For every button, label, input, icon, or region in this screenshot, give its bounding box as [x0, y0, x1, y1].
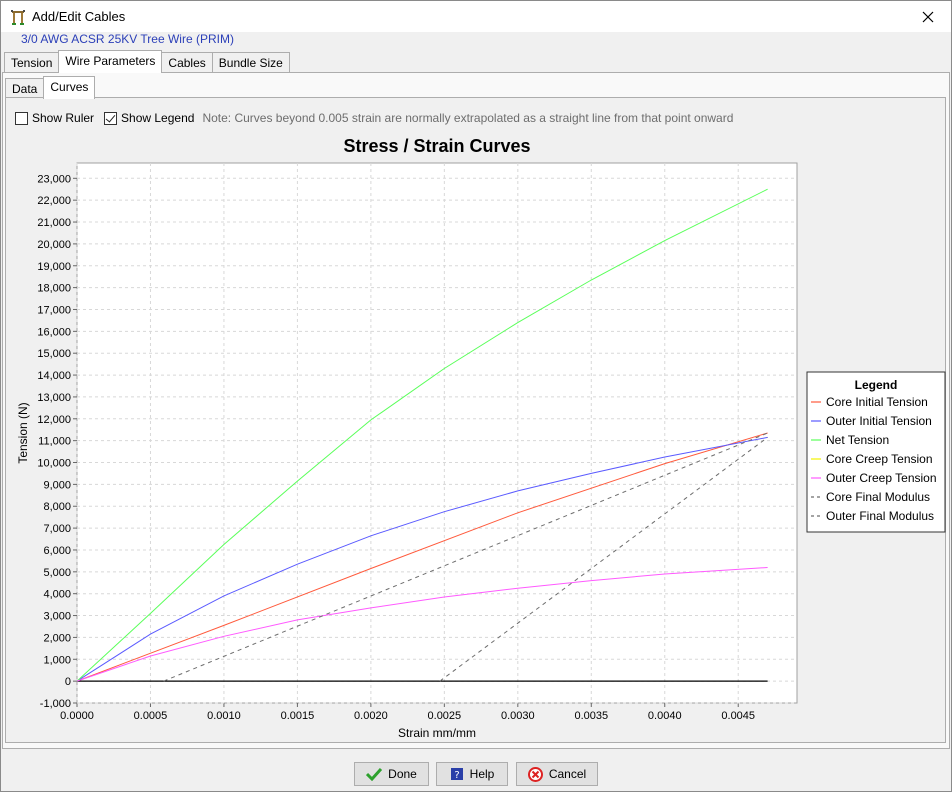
- y-tick-label: 17,000: [37, 304, 71, 316]
- y-tick-label: 9,000: [43, 479, 71, 491]
- x-tick-label: 0.0000: [60, 710, 94, 722]
- legend-label: Outer Initial Tension: [826, 414, 932, 428]
- y-tick-label: 23,000: [37, 173, 71, 185]
- dialog-window: Add/Edit Cables 3/0 AWG ACSR 25KV Tree W…: [0, 0, 952, 792]
- chart-title: Stress / Strain Curves: [343, 136, 530, 156]
- y-tick-label: 14,000: [37, 370, 71, 382]
- legend-label: Outer Creep Tension: [826, 471, 937, 485]
- y-tick-label: 2,000: [43, 632, 71, 644]
- svg-text:?: ?: [454, 770, 459, 781]
- help-button[interactable]: ? Help: [436, 762, 508, 786]
- title-bar: Add/Edit Cables: [1, 1, 951, 32]
- y-tick-label: 16,000: [37, 326, 71, 338]
- legend-label: Core Creep Tension: [826, 452, 933, 466]
- close-icon: [922, 11, 934, 22]
- show-ruler-label[interactable]: Show Ruler: [32, 111, 94, 125]
- y-tick-label: 11,000: [38, 436, 71, 448]
- close-button[interactable]: [905, 1, 951, 32]
- y-tick-label: 0: [65, 676, 71, 688]
- y-tick-label: 7,000: [43, 523, 71, 535]
- checkmark-icon: [366, 767, 383, 781]
- cancel-icon: [527, 766, 543, 782]
- sub-tabs: Data Curves: [5, 76, 96, 99]
- subtab-data[interactable]: Data: [5, 78, 45, 99]
- y-tick-label: 22,000: [37, 195, 71, 207]
- y-tick-label: 13,000: [37, 392, 71, 404]
- y-tick-label: 20,000: [37, 239, 71, 251]
- y-tick-label: 12,000: [37, 414, 71, 426]
- y-tick-label: 18,000: [37, 283, 71, 295]
- subtab-curves[interactable]: Curves: [43, 76, 96, 99]
- done-label: Done: [388, 767, 417, 781]
- x-tick-label: 0.0005: [134, 710, 168, 722]
- show-legend-checkbox[interactable]: [104, 111, 118, 125]
- chart-options: Show Ruler Show Legend Note: Curves beyo…: [15, 110, 733, 126]
- tab-tension[interactable]: Tension: [4, 52, 60, 73]
- y-tick-label: 10,000: [37, 458, 71, 470]
- y-tick-label: 4,000: [43, 589, 71, 601]
- cancel-button[interactable]: Cancel: [516, 762, 598, 786]
- x-axis-label: Strain mm/mm: [398, 726, 476, 740]
- legend-title: Legend: [855, 378, 898, 392]
- y-tick-label: 19,000: [37, 261, 71, 273]
- tab-cables[interactable]: Cables: [161, 52, 213, 73]
- window-title: Add/Edit Cables: [32, 9, 126, 24]
- x-tick-label: 0.0045: [721, 710, 755, 722]
- y-axis-label: Tension (N): [16, 402, 30, 463]
- x-tick-label: 0.0035: [574, 710, 608, 722]
- cancel-label: Cancel: [548, 767, 587, 781]
- legend-label: Net Tension: [826, 433, 889, 447]
- cable-pole-icon: [11, 10, 25, 25]
- show-ruler-checkbox[interactable]: [15, 111, 28, 125]
- x-tick-label: 0.0020: [354, 710, 388, 722]
- y-tick-label: 3,000: [43, 611, 71, 623]
- y-tick-label: 5,000: [43, 567, 71, 579]
- cable-name-label: 3/0 AWG ACSR 25KV Tree Wire (PRIM): [21, 32, 234, 46]
- stress-strain-chart: Stress / Strain Curves 0.0000 0.0005 0.0010…: [16, 136, 946, 740]
- legend-label: Core Initial Tension: [826, 395, 928, 409]
- tab-bundle-size[interactable]: Bundle Size: [211, 52, 290, 73]
- x-tick-label: 0.0025: [428, 710, 462, 722]
- x-tick-label: 0.0010: [207, 710, 241, 722]
- x-tick-label: 0.0015: [281, 710, 315, 722]
- tab-wire-parameters[interactable]: Wire Parameters: [58, 50, 163, 73]
- done-button[interactable]: Done: [354, 762, 429, 786]
- legend-label: Core Final Modulus: [826, 490, 930, 504]
- y-tick-label: 6,000: [43, 545, 71, 557]
- show-legend-label[interactable]: Show Legend: [121, 111, 194, 125]
- y-tick-label: 21,000: [37, 217, 71, 229]
- help-label: Help: [469, 767, 495, 781]
- help-book-icon: ?: [450, 767, 464, 781]
- main-tabs: Tension Wire Parameters Cables Bundle Si…: [4, 50, 290, 73]
- x-tick-label: 0.0030: [501, 710, 535, 722]
- legend-label: Outer Final Modulus: [826, 509, 934, 523]
- y-tick-label: 1,000: [43, 654, 71, 666]
- y-tick-label: -1,000: [40, 698, 71, 710]
- extrapolation-note: Note: Curves beyond 0.005 strain are nor…: [202, 111, 734, 125]
- x-tick-label: 0.0040: [648, 710, 682, 722]
- y-tick-label: 8,000: [43, 501, 71, 513]
- y-tick-label: 15,000: [37, 348, 71, 360]
